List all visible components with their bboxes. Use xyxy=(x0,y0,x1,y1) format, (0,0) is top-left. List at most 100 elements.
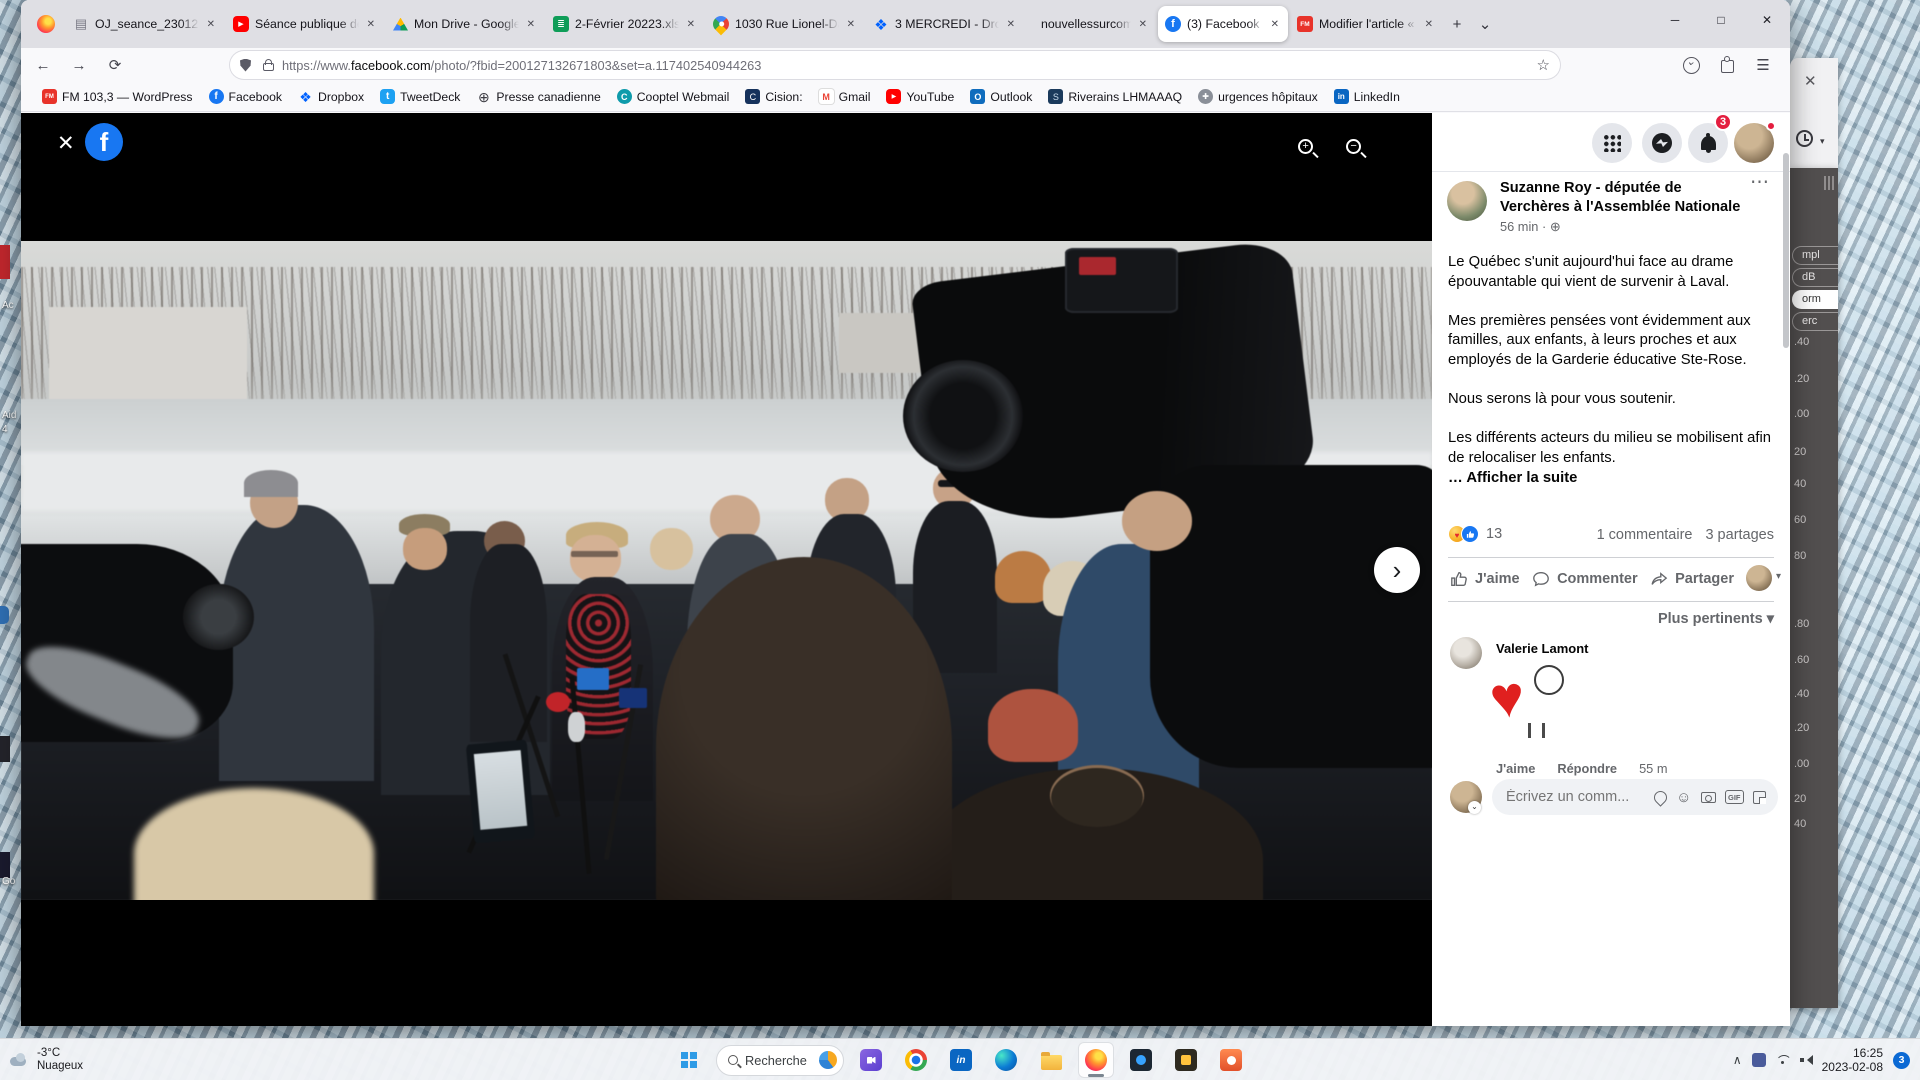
tab-close-icon[interactable]: ✕ xyxy=(685,17,697,32)
bookmark-item[interactable]: YouTube xyxy=(879,86,961,107)
taskbar-icon-edge[interactable] xyxy=(988,1042,1024,1078)
bookmark-item[interactable]: LinkedIn xyxy=(1327,86,1407,107)
camera-icon[interactable] xyxy=(1701,792,1716,803)
bookmark-item[interactable]: Gmail xyxy=(812,86,878,107)
gif-icon[interactable]: GIF xyxy=(1725,790,1745,804)
hidden-icons-chevron[interactable]: ∧ xyxy=(1733,1053,1742,1067)
lock-icon[interactable] xyxy=(263,63,274,71)
maximize-button[interactable]: □ xyxy=(1698,0,1744,40)
comment-input-pill[interactable]: ☺ GIF xyxy=(1492,779,1778,815)
tab-close-icon[interactable]: ✕ xyxy=(1005,17,1017,32)
sidebar-scrollbar[interactable] xyxy=(1783,153,1789,348)
commenter-name[interactable]: Valerie Lamont xyxy=(1496,641,1588,656)
browser-tab[interactable]: OJ_seance_230123_sign ✕ xyxy=(66,6,224,42)
see-more-link[interactable]: … Afficher la suite xyxy=(1448,469,1776,489)
taskbar-icon-linkedin[interactable]: in xyxy=(943,1042,979,1078)
list-all-tabs-icon[interactable]: ⌄ xyxy=(1471,10,1499,38)
zoom-out-icon[interactable]: − xyxy=(1346,139,1361,154)
bookmark-item[interactable]: TweetDeck xyxy=(373,86,467,107)
heart-hug-sticker[interactable]: ♥ xyxy=(1490,661,1590,753)
comments-count[interactable]: 1 commentaire xyxy=(1597,527,1693,543)
emoji-icon[interactable]: ☺ xyxy=(1676,790,1691,805)
bookmark-item[interactable]: Cooptel Webmail xyxy=(610,86,737,107)
facebook-logo[interactable]: f xyxy=(85,123,123,161)
post-time[interactable]: 56 min xyxy=(1500,219,1538,234)
browser-tab-active-facebook[interactable]: (3) Facebook ✕ xyxy=(1158,6,1288,42)
bookmark-item[interactable]: Cision: xyxy=(738,86,809,107)
zoom-in-icon[interactable]: + xyxy=(1298,139,1313,154)
taskbar-icon-app-amber[interactable] xyxy=(1168,1042,1204,1078)
bookmark-item[interactable]: FM 103,3 — WordPress xyxy=(35,86,200,107)
tab-close-icon[interactable]: ✕ xyxy=(365,17,377,32)
comment-like-link[interactable]: J'aime xyxy=(1496,761,1535,776)
back-button[interactable]: ← xyxy=(29,52,57,78)
hamburger-menu-icon[interactable]: ☰ xyxy=(1749,52,1777,78)
bookmark-item[interactable]: Riverains LHMAAAQ xyxy=(1041,86,1189,107)
panel-grip-icon[interactable] xyxy=(1824,176,1834,190)
browser-tab[interactable]: 1030 Rue Lionel-Da ✕ xyxy=(706,6,864,42)
desktop-icon-sliver[interactable] xyxy=(0,245,10,279)
bookmark-item[interactable]: Dropbox xyxy=(291,86,371,107)
taskbar-icon-app-blue[interactable] xyxy=(1123,1042,1159,1078)
bookmark-item[interactable]: urgences hôpitaux xyxy=(1191,86,1325,107)
minimize-button[interactable]: ─ xyxy=(1652,0,1698,40)
next-photo-button[interactable]: › xyxy=(1374,547,1420,593)
tab-close-icon[interactable]: ✕ xyxy=(1423,17,1435,32)
pocket-icon[interactable] xyxy=(1677,52,1705,78)
new-tab-button[interactable]: + xyxy=(1443,10,1471,38)
url-bar[interactable]: https://www.facebook.com/photo/?fbid=200… xyxy=(230,51,1560,79)
taskbar-clock[interactable]: 16:25 2023-02-08 xyxy=(1822,1046,1883,1074)
browser-tab[interactable]: Modifier l'article « S ✕ xyxy=(1290,6,1442,42)
forward-button[interactable]: → xyxy=(65,52,93,78)
taskbar-icon-firefox-active[interactable] xyxy=(1078,1042,1114,1078)
comment-button[interactable]: Commenter xyxy=(1532,570,1638,588)
taskbar-icon-chrome[interactable] xyxy=(898,1042,934,1078)
comment-sort-dropdown[interactable]: Plus pertinents ▾ xyxy=(1658,611,1774,627)
like-button[interactable]: J'aime xyxy=(1450,570,1520,588)
audio-scale-pill[interactable]: erc xyxy=(1792,312,1838,331)
taskbar-search[interactable]: Recherche xyxy=(716,1045,844,1076)
sticker-icon[interactable] xyxy=(1753,791,1766,804)
page-avatar[interactable] xyxy=(1447,181,1487,221)
share-button[interactable]: Partager xyxy=(1650,570,1734,588)
bookmark-item[interactable]: Presse canadienne xyxy=(469,86,607,107)
firefox-view-button[interactable] xyxy=(31,7,61,41)
comment-reply-link[interactable]: Répondre xyxy=(1557,761,1617,776)
commenter-avatar[interactable] xyxy=(1450,637,1482,669)
extensions-puzzle-icon[interactable] xyxy=(1713,52,1741,78)
desktop-icon-sliver[interactable] xyxy=(0,852,10,878)
tab-close-icon[interactable]: ✕ xyxy=(205,17,217,32)
post-author[interactable]: Suzanne Roy - députée de Verchères à l'A… xyxy=(1500,179,1750,217)
comment-time[interactable]: 55 m xyxy=(1639,761,1667,776)
background-window-close-icon[interactable]: ✕ xyxy=(1804,72,1817,90)
bookmark-item[interactable]: Facebook xyxy=(202,86,290,107)
bookmark-item[interactable]: Outlook xyxy=(963,86,1039,107)
switch-identity-chevron-icon[interactable]: ⌄ xyxy=(1468,801,1481,814)
close-photo-icon[interactable]: ✕ xyxy=(57,131,75,156)
bookmark-star-icon[interactable]: ☆ xyxy=(1537,56,1550,74)
tracking-protection-shield-icon[interactable] xyxy=(240,59,251,72)
avatar-sticker-icon[interactable] xyxy=(1651,788,1669,806)
shares-count[interactable]: 3 partages xyxy=(1705,527,1774,543)
desktop-icon-sliver[interactable] xyxy=(0,606,9,624)
desktop-icon-sliver[interactable] xyxy=(0,736,10,762)
notification-count-badge[interactable]: 3 xyxy=(1893,1052,1910,1069)
audio-scale-pill-selected[interactable]: orm xyxy=(1792,290,1838,309)
browser-tab[interactable]: Mon Drive - Google ✕ xyxy=(386,6,544,42)
reactions-summary[interactable]: 13 xyxy=(1448,525,1502,543)
commenting-as-avatar[interactable] xyxy=(1746,565,1772,591)
history-clock-icon[interactable] xyxy=(1796,130,1813,147)
weather-widget[interactable]: -3°C Nuageux xyxy=(10,1039,83,1080)
browser-tab[interactable]: 2-Février 20223.xlsx ✕ xyxy=(546,6,704,42)
tray-app-icon[interactable] xyxy=(1752,1053,1766,1067)
browser-tab[interactable]: 3 MERCREDI - Drop ✕ xyxy=(866,6,1024,42)
tab-close-icon[interactable]: ✕ xyxy=(845,17,857,32)
taskbar-icon-meet[interactable] xyxy=(853,1042,889,1078)
messenger-icon[interactable] xyxy=(1642,123,1682,163)
reload-button[interactable]: ⟳ xyxy=(101,52,129,78)
browser-tab[interactable]: Séance publique de ✕ xyxy=(226,6,384,42)
start-button[interactable] xyxy=(671,1042,707,1078)
audio-scale-pill[interactable]: mpl xyxy=(1792,246,1838,265)
apps-grid-icon[interactable] xyxy=(1592,123,1632,163)
tab-close-icon[interactable]: ✕ xyxy=(1269,17,1281,32)
